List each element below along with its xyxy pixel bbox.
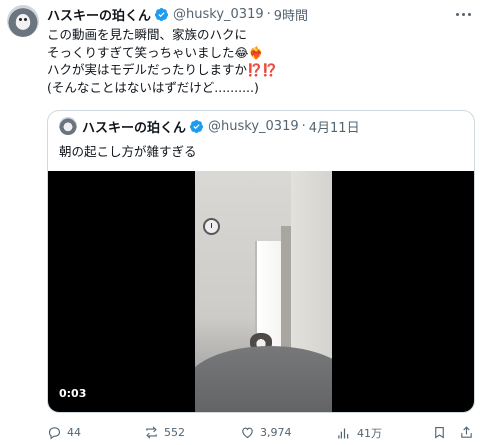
repost-icon bbox=[146, 426, 157, 439]
more-dot bbox=[467, 12, 471, 16]
tweet-line-text: (そんなことはないはずだけど..........) bbox=[47, 79, 259, 95]
tweet-line: そっくりすぎて笑っちゃいました😂❤️‍🔥 bbox=[47, 44, 467, 62]
author-avatar[interactable] bbox=[7, 5, 39, 37]
reply-button[interactable]: 44 bbox=[47, 425, 81, 440]
bookmark-button[interactable] bbox=[432, 425, 447, 440]
video-player[interactable]: 0:03 bbox=[48, 171, 474, 412]
video-frame bbox=[195, 171, 332, 412]
avatar-eye bbox=[19, 18, 22, 21]
interrobang-emoji: ⁉️⁉️ bbox=[247, 63, 277, 77]
reply-icon bbox=[48, 427, 61, 440]
quoted-tweet-text: 朝の起こし方が雑すぎる bbox=[59, 144, 197, 159]
video-timestamp: 0:03 bbox=[59, 387, 87, 400]
action-bar: 44 552 3,974 41万 bbox=[47, 425, 475, 441]
separator-dot: · bbox=[301, 119, 306, 134]
bookmark-icon bbox=[435, 426, 444, 439]
more-dot bbox=[455, 12, 459, 16]
tweet-line-text: そっくりすぎて笑っちゃいました bbox=[47, 44, 235, 60]
tweet-line: この動画を見た瞬間、家族のハクに bbox=[47, 26, 467, 44]
views-chart-icon bbox=[338, 428, 349, 438]
quoted-tweet-date: 4月11日 bbox=[308, 121, 360, 136]
tweet-time[interactable]: 9時間 bbox=[274, 5, 308, 24]
heart-icon bbox=[242, 427, 253, 439]
repost-count: 552 bbox=[164, 426, 185, 439]
tweet-text: この動画を見た瞬間、家族のハクに そっくりすぎて笑っちゃいました😂❤️‍🔥 ハク… bbox=[47, 26, 467, 96]
tweet-header: ハスキーの珀くん @husky_0319 · 9時間 bbox=[47, 5, 308, 24]
separator-dot: · bbox=[266, 7, 271, 22]
repost-button[interactable]: 552 bbox=[144, 425, 185, 440]
author-handle[interactable]: @husky_0319 bbox=[173, 7, 264, 22]
views-button[interactable]: 41万 bbox=[337, 425, 382, 441]
quoted-author-name: ハスキーの珀くん bbox=[82, 121, 187, 136]
like-count: 3,974 bbox=[260, 426, 292, 439]
laughing-heart-emoji: 😂❤️‍🔥 bbox=[234, 45, 264, 60]
share-icon bbox=[461, 426, 472, 438]
more-dot bbox=[461, 12, 465, 16]
avatar-eye bbox=[24, 18, 27, 21]
wall-clock bbox=[203, 218, 220, 235]
video-door-frame bbox=[281, 226, 291, 366]
share-button[interactable] bbox=[459, 425, 474, 440]
tweet-line: (そんなことはないはずだけど..........) bbox=[47, 79, 467, 97]
views-count: 41万 bbox=[357, 427, 382, 440]
verified-badge-icon bbox=[154, 7, 169, 22]
reply-count: 44 bbox=[67, 426, 81, 439]
tweet-line-text: この動画を見た瞬間、家族のハクに bbox=[47, 27, 248, 42]
quoted-tweet-header: ハスキーの珀くん @husky_0319 · 4月11日 bbox=[82, 117, 360, 136]
quoted-author-handle: @husky_0319 bbox=[208, 119, 299, 134]
author-name[interactable]: ハスキーの珀くん bbox=[47, 5, 151, 24]
verified-badge-icon bbox=[189, 119, 204, 134]
avatar-face bbox=[16, 14, 30, 29]
more-options-icon[interactable] bbox=[453, 4, 473, 24]
tweet-line-text: ハクが実はモデルだったりしますか bbox=[47, 62, 248, 77]
video-bed bbox=[195, 346, 332, 412]
tweet-line: ハクが実はモデルだったりしますか⁉️⁉️ bbox=[47, 61, 467, 79]
like-button[interactable]: 3,974 bbox=[240, 425, 292, 440]
quoted-tweet[interactable]: ハスキーの珀くん @husky_0319 · 4月11日 朝の起こし方が雑すぎる… bbox=[47, 110, 475, 413]
quoted-author-avatar bbox=[59, 117, 77, 135]
tweet: ハスキーの珀くん @husky_0319 · 9時間 この動画を見た瞬間、家族の… bbox=[0, 0, 485, 445]
